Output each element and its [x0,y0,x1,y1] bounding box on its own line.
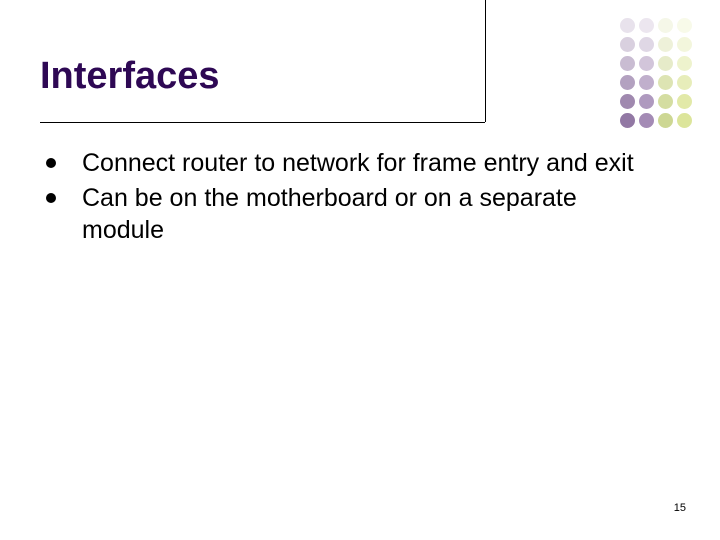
slide-title: Interfaces [40,55,680,98]
bullet-icon [46,193,56,203]
content-area: Connect router to network for frame entr… [40,148,680,250]
bullet-text: Connect router to network for frame entr… [82,148,634,179]
list-item: Connect router to network for frame entr… [40,148,680,179]
slide: Interfaces Connect router to network for… [0,0,720,540]
decorative-dot-grid [620,18,692,128]
bullet-icon [46,158,56,168]
bullet-text: Can be on the motherboard or on a separa… [82,183,662,246]
title-divider-vertical [485,0,486,122]
page-number: 15 [674,502,686,514]
title-divider-horizontal [40,122,485,123]
list-item: Can be on the motherboard or on a separa… [40,183,680,246]
